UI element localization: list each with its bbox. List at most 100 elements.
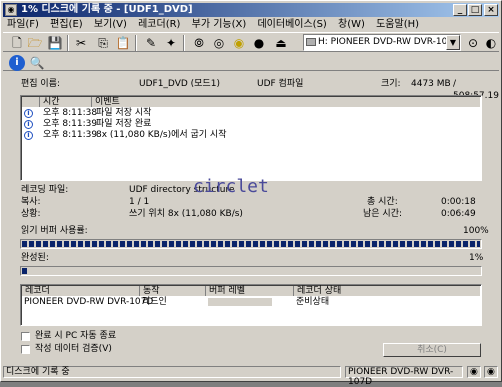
menu-database[interactable]: 데이터베이스(S) (253, 18, 330, 31)
event-log[interactable]: 시간 이벤트 i 오후 8:11:38 파일 저장 시작 i 오후 8:11:3… (20, 95, 482, 181)
refresh-icon[interactable]: ◐ (483, 35, 499, 51)
status-drive: PIONEER DVD-RW DVR-107D (345, 366, 463, 387)
compile-icon[interactable]: ✎ (143, 35, 159, 51)
recorder-name: PIONEER DVD-RW DVR-107D (24, 297, 154, 307)
buffer-progress-bar (20, 239, 482, 249)
recorder-table-header: 레코더 동작 버퍼 레벨 레코더 상태 (22, 286, 480, 296)
table-row[interactable]: PIONEER DVD-RW DVR-107D 리드인 준비상태 (24, 297, 479, 308)
log-row: i 오후 8:11:39 8x (11,080 KB/s)에서 굽기 시작 (24, 130, 464, 141)
info-icon[interactable]: i (9, 55, 25, 71)
title-bar: ◉ 1% 디스크에 기록 중 - [UDF1_DVD] _ □ × (3, 3, 499, 17)
verify-label[interactable]: 작성 데이터 검증(V) (35, 344, 112, 355)
menu-recorder[interactable]: 레코더(R) (134, 18, 184, 31)
burn-disc-icon[interactable]: ◉ (231, 35, 247, 51)
copy-icon[interactable]: ⎘ (95, 35, 111, 51)
toolbar-separator (183, 35, 185, 51)
log-row: i 오후 8:11:39 파일 저장 완료 (24, 119, 464, 130)
drive-icon (306, 38, 316, 46)
burn-wizard-icon[interactable]: ✦ (163, 35, 179, 51)
verify-checkbox[interactable] (21, 345, 30, 354)
status-text: 디스크에 기록 중 (3, 366, 341, 378)
copy-value: 1 / 1 (129, 197, 150, 207)
menu-window[interactable]: 창(W) (334, 18, 369, 31)
remaining-time-label: 남은 시간: (363, 209, 403, 219)
open-folder-icon[interactable]: 🗁 (27, 35, 43, 51)
cancel-button[interactable]: 취소(C) (383, 343, 481, 357)
shutdown-checkbox[interactable] (21, 332, 30, 341)
maximize-button[interactable]: □ (468, 4, 482, 16)
log-row: i 오후 8:11:38 파일 저장 시작 (24, 108, 464, 119)
completion-progress-fill (22, 268, 27, 274)
menu-view[interactable]: 보기(V) (90, 18, 131, 31)
minimize-button[interactable]: _ (453, 4, 467, 16)
menu-extras[interactable]: 부가 기능(X) (188, 18, 251, 31)
total-time-value: / 508:57.19 (453, 79, 499, 101)
secondary-toolbar: i 🔍 (3, 53, 499, 71)
log-col-time[interactable]: 시간 (40, 97, 92, 107)
log-event: 8x (11,080 KB/s)에서 굽기 시작 (96, 130, 227, 140)
log-col-event[interactable]: 이벤트 (92, 97, 482, 107)
info-icon: i (24, 109, 33, 118)
log-time: 오후 8:11:38 (43, 108, 98, 118)
col-recorder[interactable]: 레코더 (22, 286, 140, 296)
main-window: ◉ 1% 디스크에 기록 중 - [UDF1_DVD] _ □ × 파일(F) … (0, 0, 502, 387)
log-time: 오후 8:11:39 (43, 119, 98, 129)
buffer-label: 읽기 버퍼 사용률: (21, 226, 88, 236)
recorder-buffer-level (208, 298, 272, 306)
log-event: 파일 저장 완료 (96, 119, 152, 129)
recorder-table[interactable]: 레코더 동작 버퍼 레벨 레코더 상태 PIONEER DVD-RW DVR-1… (20, 284, 482, 326)
drive-select-label: H: PIONEER DVD-RW DVR-107D (318, 37, 460, 47)
disc-drive-icon[interactable]: ⊙ (465, 35, 481, 51)
total-time-value: 0:00:18 (441, 197, 476, 207)
log-event: 파일 저장 시작 (96, 108, 152, 118)
size-label: 크기: (381, 79, 401, 89)
disc-copy-icon[interactable]: ⦾ (191, 35, 207, 51)
recorder-action: 리드인 (142, 297, 167, 307)
log-time: 오후 8:11:39 (43, 130, 98, 140)
disc-info-icon[interactable]: ◎ (211, 35, 227, 51)
status-label: 상황: (21, 209, 41, 219)
log-col-icon (22, 97, 40, 107)
eject-icon[interactable]: ⏏ (273, 35, 289, 51)
edit-name-value: UDF1_DVD (모드1) (139, 79, 220, 89)
status-disc-icon: ◉ (484, 366, 498, 378)
status-disc-icon: ◉ (467, 366, 481, 378)
compile-type: UDF 컴파일 (257, 79, 304, 89)
status-bar: 디스크에 기록 중 PIONEER DVD-RW DVR-107D ◉ ◉ (3, 365, 499, 387)
toolbar-separator (135, 35, 137, 51)
new-file-icon[interactable]: 🗋 (9, 35, 25, 51)
col-buffer-level[interactable]: 버퍼 레벨 (206, 286, 294, 296)
search-help-icon[interactable]: 🔍 (29, 55, 45, 71)
cut-icon[interactable]: ✂ (73, 35, 89, 51)
close-button[interactable]: × (484, 4, 498, 16)
total-time-label: 총 시간: (367, 197, 398, 207)
status-value: 쓰기 위치 8x (11,080 KB/s) (129, 209, 243, 219)
buffer-percent: 100% (463, 226, 489, 236)
copy-label: 복사: (21, 197, 41, 207)
edit-name-label: 편집 이름: (21, 79, 61, 89)
completion-progress-bar (20, 266, 482, 276)
save-icon[interactable]: 💾 (47, 35, 63, 51)
info-icon: i (24, 120, 33, 129)
menu-edit[interactable]: 편집(E) (46, 18, 87, 31)
recorder-state: 준비상태 (296, 297, 330, 307)
col-recorder-state[interactable]: 레코더 상태 (294, 286, 482, 296)
col-action[interactable]: 동작 (140, 286, 206, 296)
recording-file-label: 레코딩 파일: (21, 185, 69, 195)
app-icon: ◉ (5, 4, 17, 16)
paste-icon[interactable]: 📋 (115, 35, 131, 51)
log-header: 시간 이벤트 (22, 97, 480, 107)
progress-percent: 1% (469, 253, 484, 263)
buffer-progress-fill (22, 241, 480, 247)
stop-icon[interactable]: ● (251, 35, 267, 51)
info-icon: i (24, 131, 33, 140)
toolbar: 🗋 🗁 💾 ✂ ⎘ 📋 ✎ ✦ ⦾ ◎ ◉ ● ⏏ H: PIONEER DVD… (3, 32, 499, 52)
menu-bar: 파일(F) 편집(E) 보기(V) 레코더(R) 부가 기능(X) 데이터베이스… (3, 18, 499, 31)
chevron-down-icon[interactable]: ▼ (446, 35, 460, 50)
menu-file[interactable]: 파일(F) (3, 18, 43, 31)
drive-select[interactable]: H: PIONEER DVD-RW DVR-107D ▼ (303, 34, 461, 51)
toolbar-separator (67, 35, 69, 51)
remaining-time-value: 0:06:49 (441, 209, 476, 219)
menu-help[interactable]: 도움말(H) (372, 18, 423, 31)
shutdown-label[interactable]: 완료 시 PC 자동 종료 (35, 331, 116, 342)
